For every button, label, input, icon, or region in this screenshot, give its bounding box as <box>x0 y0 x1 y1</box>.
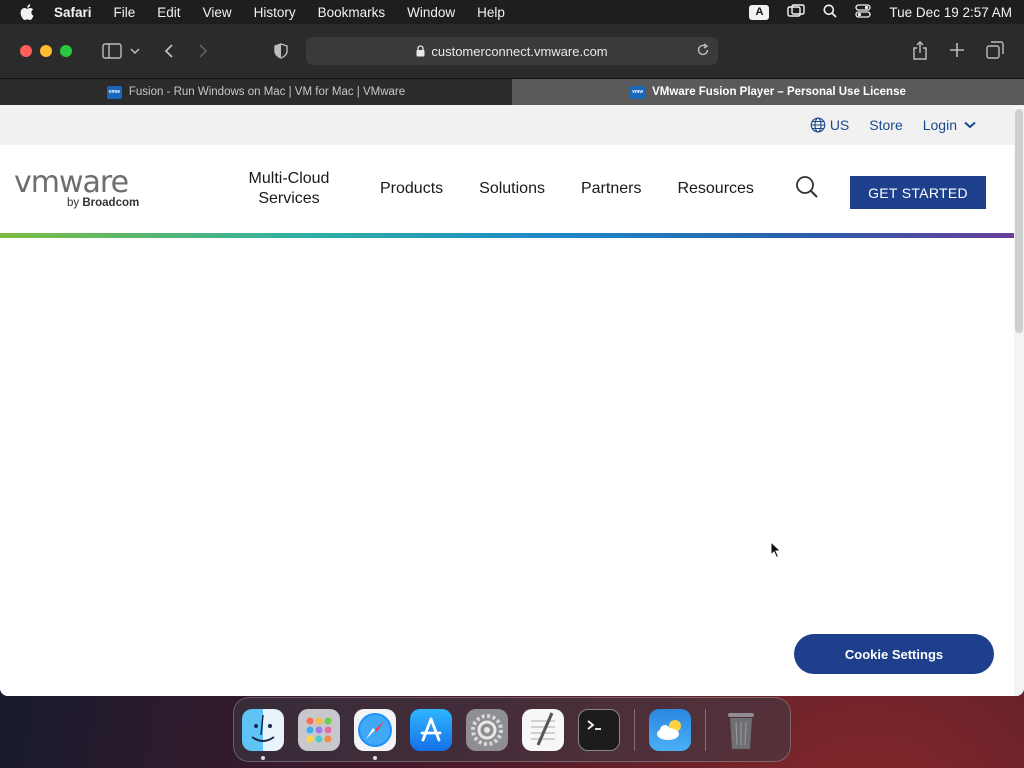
nav-products[interactable]: Products <box>380 180 443 198</box>
menu-app-name[interactable]: Safari <box>54 5 92 20</box>
privacy-shield-icon[interactable] <box>274 43 288 59</box>
address-bar[interactable]: customerconnect.vmware.com <box>306 37 718 65</box>
zoom-window-button[interactable] <box>60 45 72 57</box>
tab-overview-icon[interactable] <box>986 41 1004 59</box>
menu-view[interactable]: View <box>203 5 232 20</box>
nav-multi-cloud-line1: Multi-Cloud <box>248 170 330 187</box>
vmware-logo[interactable]: vmware by Broadcom <box>14 165 139 209</box>
trash-icon[interactable] <box>720 709 762 751</box>
new-tab-icon[interactable] <box>949 42 965 58</box>
sidebar-toggle-icon[interactable] <box>102 43 122 59</box>
cookie-settings-button[interactable]: Cookie Settings <box>794 634 994 674</box>
spotlight-search-icon[interactable] <box>823 4 838 21</box>
web-page: US Store Login vmware by Broadcom Multi-… <box>0 105 1024 696</box>
tab-title: VMware Fusion Player – Personal Use Lice… <box>652 86 906 98</box>
share-icon[interactable] <box>912 41 928 61</box>
nav-partners[interactable]: Partners <box>581 180 641 198</box>
control-center-icon[interactable] <box>855 3 872 21</box>
logo-byline: by Broadcom <box>67 197 139 209</box>
running-indicator <box>261 755 265 760</box>
tab-fusion-player-license[interactable]: vmw VMware Fusion Player – Personal Use … <box>512 79 1024 105</box>
tab-fusion[interactable]: vmw Fusion - Run Windows on Mac | VM for… <box>0 79 512 105</box>
vmware-favicon-icon: vmw <box>106 85 122 99</box>
scrollbar-thumb[interactable] <box>1015 109 1023 333</box>
logo-parent-text: Broadcom <box>82 197 140 209</box>
weather-icon[interactable] <box>649 708 691 751</box>
search-icon[interactable] <box>795 175 819 204</box>
nav-links: Multi-Cloud Services Products Solutions … <box>236 145 754 233</box>
logo-by-text: by <box>67 197 80 209</box>
nav-multi-cloud-services[interactable]: Multi-Cloud Services <box>236 169 342 209</box>
browser-window: customerconnect.vmware.com vmw Fusion - … <box>0 24 1024 696</box>
input-source-icon[interactable]: A <box>749 4 770 20</box>
utility-bar: US Store Login <box>0 105 1024 145</box>
get-started-button[interactable]: GET STARTED <box>850 176 986 209</box>
vmware-favicon-icon: vmw <box>630 85 646 99</box>
nav-resources[interactable]: Resources <box>677 180 753 198</box>
main-navbar: vmware by Broadcom Multi-Cloud Services … <box>0 145 1024 233</box>
region-selector[interactable]: US <box>810 117 849 133</box>
tab-title: Fusion - Run Windows on Mac | VM for Mac… <box>128 86 406 98</box>
safari-icon[interactable] <box>354 708 396 760</box>
mouse-cursor-icon <box>770 540 782 564</box>
lock-icon <box>416 45 425 57</box>
login-menu[interactable]: Login <box>923 117 976 133</box>
chevron-down-icon <box>964 121 976 129</box>
region-label: US <box>829 117 850 133</box>
nav-solutions[interactable]: Solutions <box>479 180 545 198</box>
back-icon[interactable] <box>164 43 174 59</box>
finder-icon[interactable] <box>242 708 284 760</box>
app-store-icon[interactable] <box>410 708 452 751</box>
dock-separator <box>634 708 635 751</box>
menu-history[interactable]: History <box>254 5 296 20</box>
menu-window[interactable]: Window <box>407 5 455 20</box>
logo-wordmark: vmware <box>14 165 129 200</box>
running-indicator <box>373 755 377 760</box>
login-label: Login <box>922 117 957 133</box>
reload-icon[interactable] <box>696 43 710 60</box>
menu-file[interactable]: File <box>114 5 136 20</box>
system-preferences-icon[interactable] <box>466 708 508 751</box>
dock-separator <box>705 708 706 751</box>
nav-multi-cloud-line2: Services <box>258 190 320 207</box>
menu-clock[interactable]: Tue Dec 19 2:57 AM <box>889 5 1012 20</box>
forward-icon[interactable] <box>198 43 208 59</box>
screen-mirroring-icon[interactable] <box>787 3 806 21</box>
launchpad-icon[interactable] <box>298 708 340 751</box>
apple-icon[interactable] <box>12 4 42 20</box>
menu-help[interactable]: Help <box>477 5 505 20</box>
globe-icon <box>810 117 826 133</box>
brand-gradient-divider <box>0 233 1014 238</box>
dock <box>233 697 791 762</box>
window-controls <box>20 45 72 57</box>
tab-bar: vmw Fusion - Run Windows on Mac | VM for… <box>0 78 1024 105</box>
browser-toolbar: customerconnect.vmware.com <box>0 24 1024 78</box>
menu-edit[interactable]: Edit <box>157 5 180 20</box>
textedit-icon[interactable] <box>522 708 564 751</box>
menu-bar: Safari File Edit View History Bookmarks … <box>0 0 1024 24</box>
terminal-icon[interactable] <box>578 708 620 751</box>
store-link[interactable]: Store <box>869 117 902 133</box>
url-text: customerconnect.vmware.com <box>431 43 608 59</box>
close-window-button[interactable] <box>20 45 32 57</box>
minimize-window-button[interactable] <box>40 45 52 57</box>
menu-bookmarks[interactable]: Bookmarks <box>318 5 386 20</box>
page-scrollbar[interactable] <box>1014 105 1024 696</box>
chevron-down-icon[interactable] <box>130 47 140 55</box>
